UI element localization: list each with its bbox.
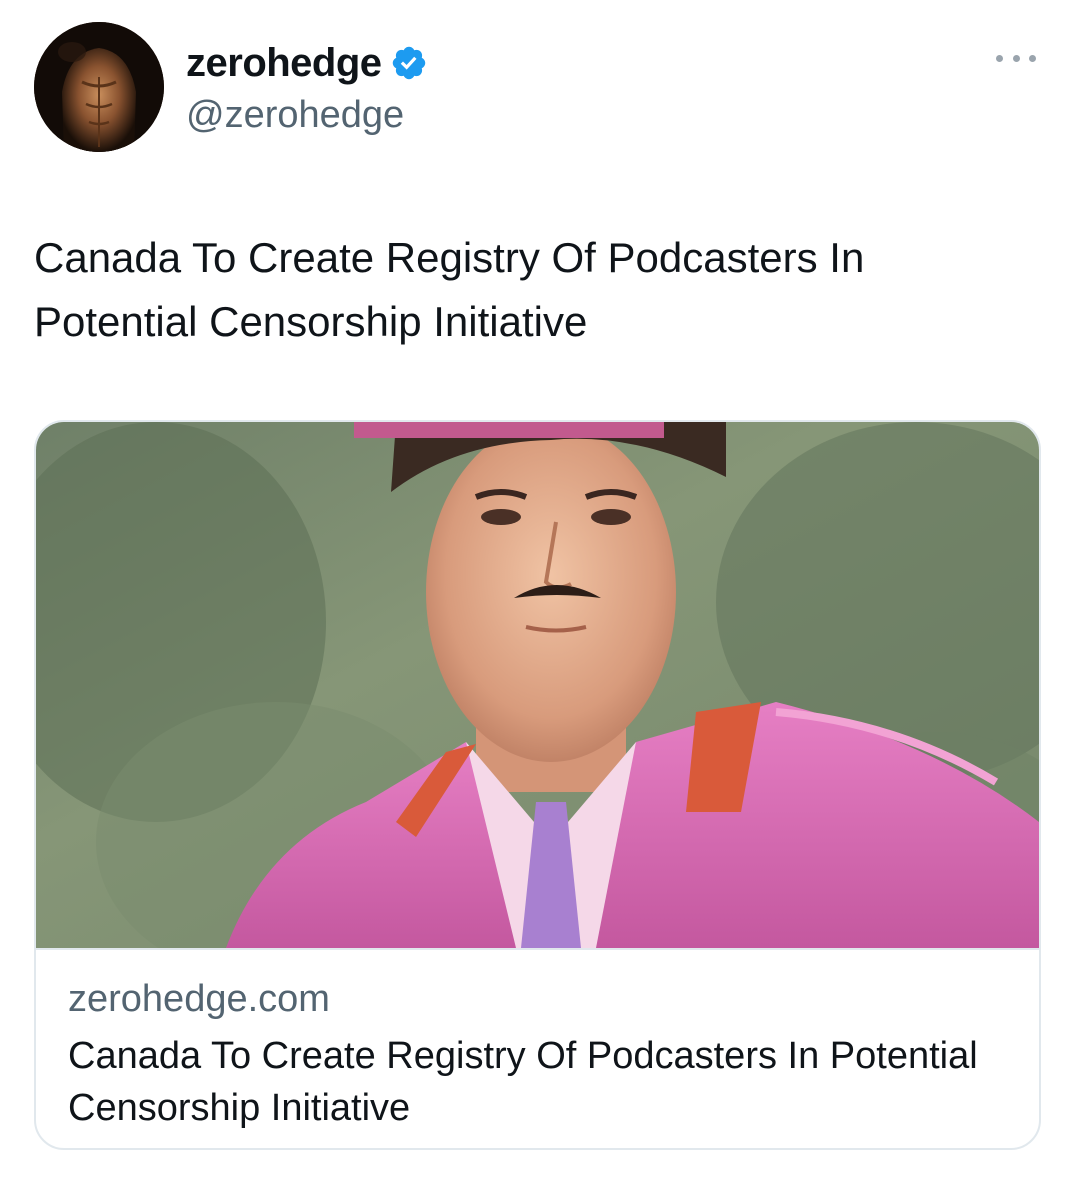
tweet-header: zerohedge @zerohedge: [34, 22, 428, 152]
display-name-row: zerohedge: [186, 36, 428, 90]
dot-icon: [1029, 54, 1036, 62]
dot-icon: [996, 54, 1003, 62]
link-card[interactable]: zerohedge.com Canada To Create Registry …: [34, 420, 1041, 1150]
link-card-info: zerohedge.com Canada To Create Registry …: [68, 974, 1008, 1134]
more-options-icon[interactable]: [996, 48, 1036, 68]
display-name[interactable]: zerohedge: [186, 41, 382, 86]
author-names: zerohedge @zerohedge: [186, 36, 428, 137]
link-title: Canada To Create Registry Of Podcasters …: [68, 1035, 978, 1129]
link-preview-image[interactable]: [36, 422, 1039, 950]
avatar-photo-icon: [34, 22, 164, 152]
avatar[interactable]: [34, 22, 164, 152]
author-handle[interactable]: @zerohedge: [186, 94, 428, 137]
dot-icon: [1012, 54, 1020, 62]
tweet-text: Canada To Create Registry Of Podcasters …: [34, 234, 865, 345]
tweet: zerohedge @zerohedge Canada To Create Re…: [0, 0, 1074, 1200]
verified-badge-icon[interactable]: [390, 44, 428, 82]
link-domain: zerohedge.com: [68, 978, 330, 1020]
